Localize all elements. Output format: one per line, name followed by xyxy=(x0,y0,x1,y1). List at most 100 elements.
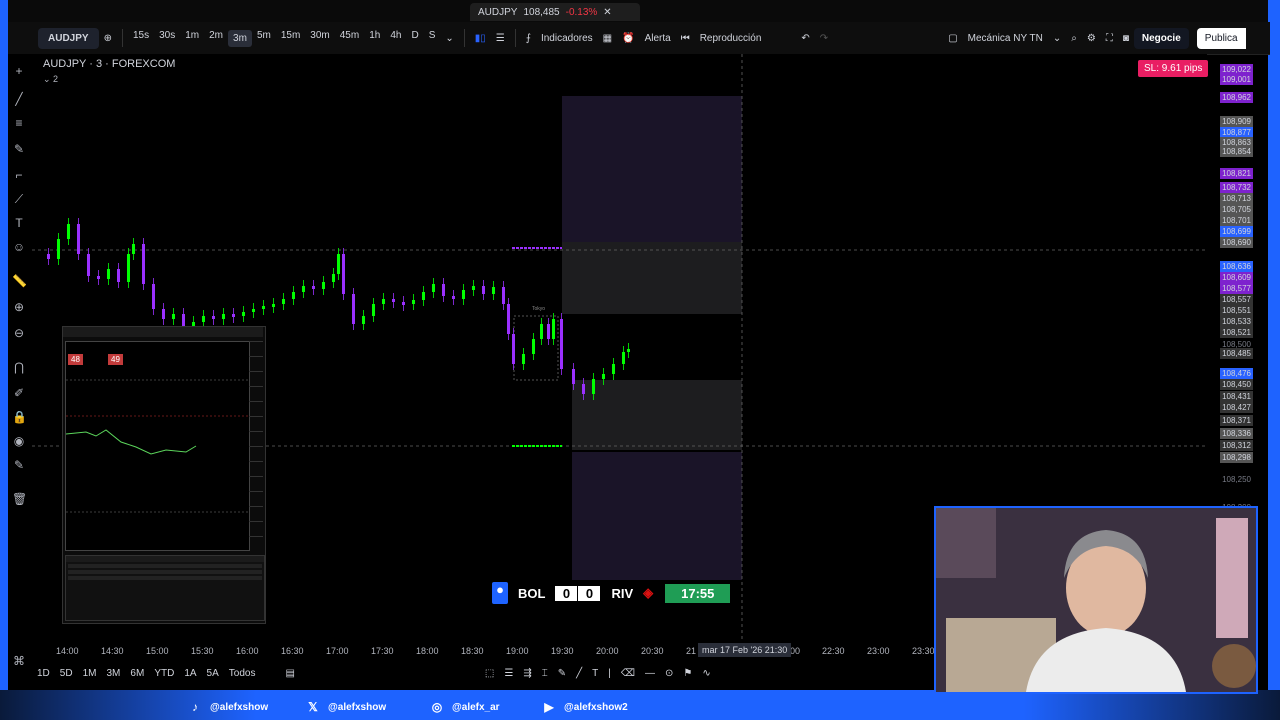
interval-2m[interactable]: 2m xyxy=(204,30,228,47)
text-icon[interactable]: T xyxy=(12,216,26,230)
home-score: 0 xyxy=(555,585,578,601)
inset-tick xyxy=(249,386,263,401)
vline-icon[interactable]: | xyxy=(603,668,616,679)
interval-4h[interactable]: 4h xyxy=(385,30,406,47)
chevron-down-icon[interactable]: ⌄ xyxy=(440,33,458,44)
object-tree-icon[interactable]: ⌘ xyxy=(12,654,26,668)
interval-3m[interactable]: 3m xyxy=(228,29,252,47)
calendar-icon[interactable]: ▤ xyxy=(280,668,299,679)
camera-icon[interactable]: ◙ xyxy=(1118,33,1134,44)
interval-5m[interactable]: 5m xyxy=(252,30,276,47)
ruler-icon[interactable]: 📏 xyxy=(12,274,27,288)
range-5a[interactable]: 5A xyxy=(202,668,224,679)
undo-icon[interactable]: ↶ xyxy=(796,33,814,44)
line-icon[interactable]: ╱ xyxy=(571,668,587,679)
time-label: 18:00 xyxy=(416,646,439,656)
path-icon[interactable]: ⟋ xyxy=(12,192,26,206)
candle-body xyxy=(422,292,425,300)
wave-icon[interactable]: ∿ xyxy=(697,668,715,679)
trendline-icon[interactable]: ╱ xyxy=(12,92,26,106)
close-icon[interactable]: ✕ xyxy=(603,7,611,18)
inset-terminal-panel[interactable] xyxy=(65,555,265,621)
lock-icon[interactable]: 🔒 xyxy=(12,410,27,424)
brush-icon[interactable]: ✎ xyxy=(12,142,26,156)
add-symbol-icon[interactable]: ⊕ xyxy=(99,33,117,44)
home-team: BOL xyxy=(518,585,546,601)
symbol-search-button[interactable]: AUDJPY xyxy=(38,27,99,49)
interval-d[interactable]: D xyxy=(406,30,423,47)
hline-icon[interactable]: — xyxy=(640,668,660,679)
trade-button[interactable]: Negocie xyxy=(1133,27,1189,49)
range-selector: 1D 5D 1M 3M 6M YTD 1A 5A Todos xyxy=(32,668,260,679)
publish-button[interactable]: Publica xyxy=(1196,27,1246,49)
measure-icon[interactable]: ⌶ xyxy=(537,668,553,679)
text-tool-icon[interactable]: T xyxy=(587,668,603,679)
candle-body xyxy=(602,374,605,379)
candles-icon[interactable]: ▮▯ xyxy=(470,33,491,44)
target-icon[interactable]: ⊙ xyxy=(660,668,678,679)
chart-type-icon[interactable]: ☰ xyxy=(491,33,510,44)
collapse-indicators[interactable]: ⌄ 2 xyxy=(43,74,175,85)
magnet-icon[interactable]: ⋂ xyxy=(12,360,26,374)
stream-frame-left xyxy=(0,0,8,720)
interval-30s[interactable]: 30s xyxy=(154,30,180,47)
indicators-button[interactable]: Indicadores xyxy=(536,33,598,44)
chevron-down-icon[interactable]: ⌄ xyxy=(1048,33,1066,44)
price-label: 108,701 xyxy=(1220,215,1253,226)
select-icon[interactable]: ⬚ xyxy=(480,668,499,679)
interval-15s[interactable]: 15s xyxy=(128,30,154,47)
browser-tab[interactable]: AUDJPY 108,485 -0.13% ✕ xyxy=(470,3,640,21)
layout-name[interactable]: Mecánica NY TN xyxy=(963,33,1048,44)
interval-1h[interactable]: 1h xyxy=(364,30,385,47)
range-1m[interactable]: 1M xyxy=(78,668,102,679)
eye-icon[interactable]: ◉ xyxy=(12,434,26,448)
interval-15m[interactable]: 15m xyxy=(276,30,305,47)
candle-body xyxy=(117,269,120,282)
inset-tick xyxy=(249,506,263,521)
x-icon: 𝕏 xyxy=(308,700,318,714)
alert-button[interactable]: Alerta xyxy=(640,33,676,44)
range-6m[interactable]: 6M xyxy=(125,668,149,679)
pencil-lock-icon[interactable]: ✐ xyxy=(12,386,26,400)
zoom-in-icon[interactable]: ⊕ xyxy=(12,300,26,314)
flag-icon[interactable]: ⚑ xyxy=(678,668,697,679)
price-label: 108,427 xyxy=(1220,402,1253,413)
hlines-icon[interactable]: ☰ xyxy=(499,668,518,679)
eraser-icon[interactable]: ⌫ xyxy=(616,668,640,679)
emoji-icon[interactable]: ☺ xyxy=(12,240,26,254)
redo-icon[interactable]: ↷ xyxy=(815,33,833,44)
demand-zone xyxy=(572,452,742,580)
zoom-out-icon[interactable]: ⊖ xyxy=(12,326,26,340)
inset-chart[interactable]: 48 49 xyxy=(65,341,250,551)
range-1d[interactable]: 1D xyxy=(32,668,55,679)
time-scale[interactable]: 14:00 14:30 15:00 15:30 16:00 16:30 17:00 17:30… xyxy=(32,640,942,660)
candle-body xyxy=(462,290,465,299)
search-icon[interactable]: ⌕ xyxy=(1066,33,1082,44)
candle-body xyxy=(132,244,135,254)
interval-45m[interactable]: 45m xyxy=(335,30,364,47)
range-5d[interactable]: 5D xyxy=(55,668,78,679)
trash-icon[interactable]: 🗑 xyxy=(12,492,27,506)
fullscreen-icon[interactable]: ⛶ xyxy=(1101,33,1118,44)
trading-terminal-window[interactable]: 48 49 xyxy=(62,326,266,624)
channel-icon[interactable]: ⇶ xyxy=(518,668,536,679)
range-todos[interactable]: Todos xyxy=(224,668,261,679)
time-label: 17:00 xyxy=(326,646,349,656)
time-label: 19:00 xyxy=(506,646,529,656)
interval-1m[interactable]: 1m xyxy=(180,30,204,47)
pen-icon[interactable]: ✎ xyxy=(553,668,571,679)
buy-badge[interactable]: 49 xyxy=(108,354,123,365)
fib-icon[interactable]: ≡ xyxy=(12,116,26,130)
templates-icon[interactable]: ▦ xyxy=(598,33,617,44)
interval-s[interactable]: S xyxy=(424,30,441,47)
sell-badge[interactable]: 48 xyxy=(68,354,83,365)
rectangle-icon[interactable]: ⌐ xyxy=(12,168,26,182)
replay-button[interactable]: Reproducción xyxy=(695,33,767,44)
range-3m[interactable]: 3M xyxy=(102,668,126,679)
cursor-icon[interactable]: + xyxy=(12,64,26,78)
interval-30m[interactable]: 30m xyxy=(305,30,334,47)
range-1a[interactable]: 1A xyxy=(179,668,201,679)
range-ytd[interactable]: YTD xyxy=(149,668,179,679)
settings-icon[interactable]: ⚙ xyxy=(1082,33,1101,44)
edit-icon[interactable]: ✎ xyxy=(12,458,26,472)
